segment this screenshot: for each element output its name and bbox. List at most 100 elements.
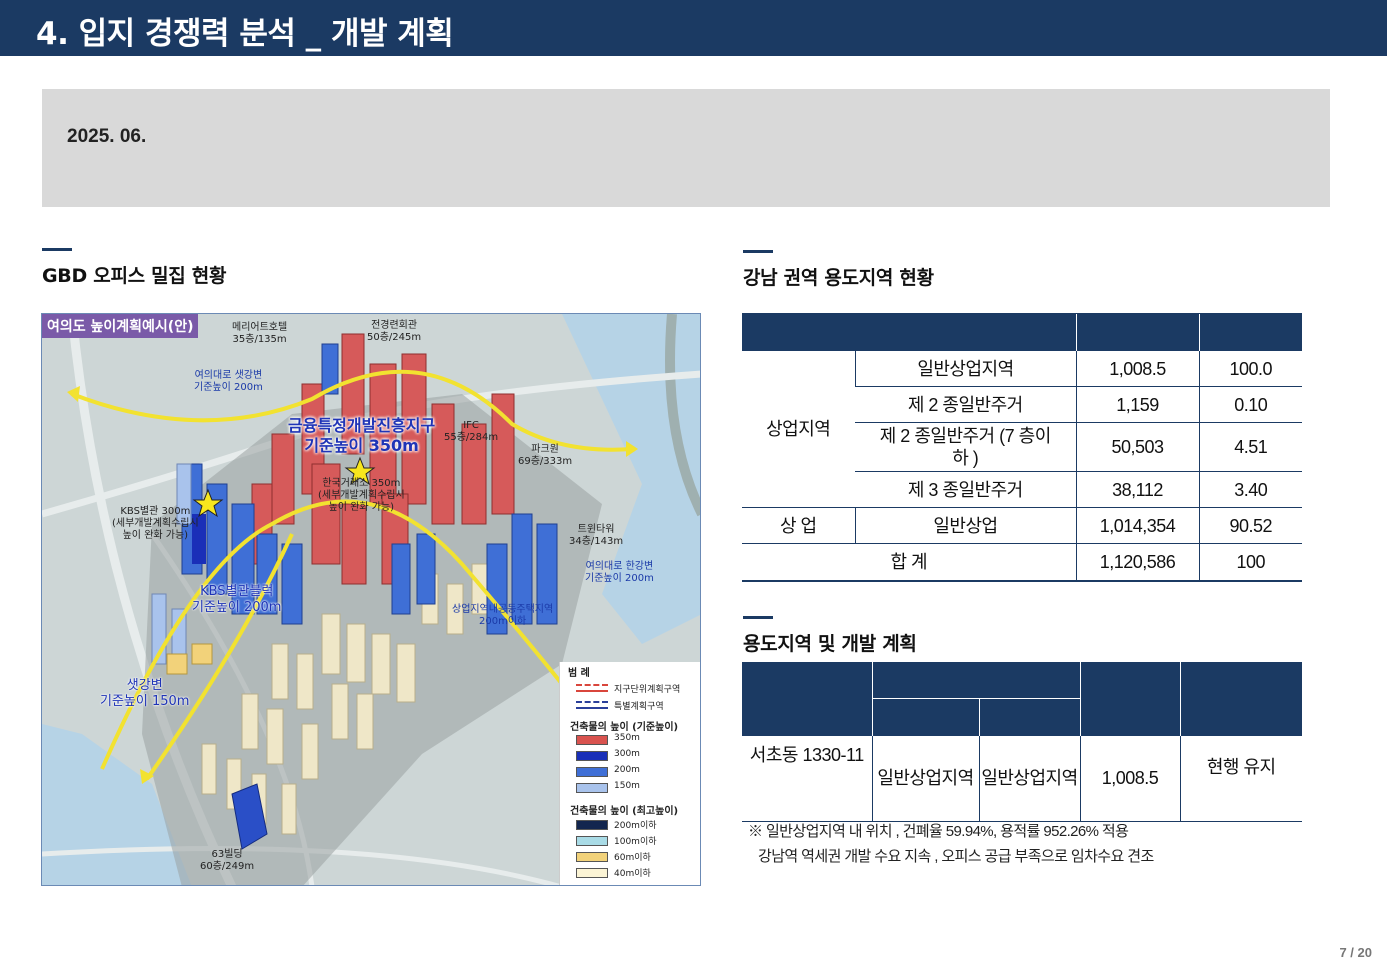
footnote-ratio: ※ 일반상업지역 내 위치 , 건폐율 59.94%, 용적률 952.26% … (748, 823, 1129, 840)
zone-plan-cell: 일반상업지역 (978, 734, 1080, 822)
area-cell: 38,112 (1075, 471, 1199, 508)
page-header: 4. 입지 경쟁력 분석 _ 개발 계획 (0, 0, 1387, 56)
header-cell-zone (742, 313, 1076, 351)
label-line: 여의대로 한강변 (585, 561, 654, 572)
area-cell: 1,159 (1075, 386, 1199, 423)
label-line: 63빌딩 (211, 849, 243, 860)
legend-std-150: 150m (576, 781, 696, 795)
label-line: (세부개발계획수립시 (112, 518, 199, 529)
legend-max-200: 200m이하 (576, 818, 696, 832)
legend-swatch (576, 684, 608, 692)
label-line: 34층/143m (569, 536, 624, 547)
label-line: 35층/135m (232, 334, 287, 345)
header-cell-zone-plan (978, 698, 1080, 735)
area-cell: 1,008.5 (1079, 734, 1180, 822)
label-krx: 한국거래소 350m (세부개발계획수립시 높이 완화 가능) (318, 478, 405, 514)
label-line: KBS별관 300m (120, 506, 191, 517)
table-row: 서초동 1330-11 일반상업지역 일반상업지역 1,008.5 현행 유지 (742, 734, 1302, 822)
legend-label: 지구단위계획구역 (614, 685, 681, 695)
zone-type-cell: 제 3 종일반주거 (855, 471, 1076, 508)
header-cell-area (1075, 313, 1199, 351)
legend-swatch (576, 735, 608, 745)
label-kbs-block: KBS별관블럭 기준높이 200m (192, 584, 281, 616)
commercial-label-cell: 상 업 (742, 507, 855, 544)
label-residential: 상업지역내공동주택지역 200m이하 (452, 604, 553, 628)
label-ifc: IFC 55층/284m (444, 420, 498, 444)
label-line: 상업지역내공동주택지역 (452, 604, 554, 615)
zone-type-cell: 일반상업지역 (854, 350, 1076, 387)
label-chunkyung: 전경련회관 50층/245m (367, 320, 421, 344)
yeouido-height-plan-map: 여의도 높이계획예시(안) 메리어트호텔 35층/135m 전경련회관 50층/… (41, 313, 701, 886)
label-line: 기준높이 200m (585, 573, 654, 584)
section-accent-bar (743, 616, 773, 619)
plan-cell: 현행 유지 (1179, 734, 1302, 822)
section-accent-bar (42, 248, 72, 251)
legend-label: 100m이하 (614, 837, 657, 847)
gbd-section-title: GBD 오피스 밀집 현황 (42, 265, 227, 287)
ratio-cell: 90.52 (1198, 507, 1302, 544)
legend-swatch (576, 701, 608, 709)
zone-current-cell: 일반상업지역 (871, 734, 979, 822)
header-cell-ratio (1198, 313, 1302, 351)
map-legend: 범 례 지구단위계획구역 특별계획구역 건축물의 높이 (기준높이) 350m … (559, 662, 700, 885)
total-label-cell: 합 계 (742, 543, 1076, 582)
header-cell-area (1079, 662, 1180, 735)
zone-type-cell: 일반상업 (854, 507, 1076, 544)
label-line: IFC (463, 420, 479, 431)
legend-swatch (576, 852, 608, 862)
legend-line-district: 지구단위계획구역 (576, 682, 696, 696)
legend-swatch (576, 751, 608, 761)
label-line: (세부개발계획수립시 (318, 490, 405, 501)
label-line: 69층/333m (518, 456, 573, 467)
ratio-cell: 4.51 (1198, 422, 1302, 472)
label-line: 높이 완화 가능) (122, 530, 189, 541)
zoning-status-table: 상업지역 일반상업지역 1,008.5 100.0 제 2 종일반주거 1,15… (742, 313, 1302, 582)
label-yeouidaero-west: 여의대로 샛강변 기준높이 200m (194, 370, 263, 394)
total-area-cell: 1,120,586 (1075, 543, 1199, 582)
location-cell: 서초동 1330-11 (742, 734, 872, 822)
label-line: 기준높이 200m (194, 382, 263, 393)
ratio-cell: 0.10 (1198, 386, 1302, 423)
table-header-row (742, 313, 1302, 351)
total-ratio-cell: 100 (1198, 543, 1302, 582)
section-accent-bar (743, 250, 773, 253)
table-row: 상업지역 일반상업지역 1,008.5 100.0 (742, 350, 1302, 508)
label-line: 전경련회관 (371, 320, 418, 331)
date-banner: 2025. 06. (42, 89, 1330, 207)
area-cell: 1,014,354 (1075, 507, 1199, 544)
legend-label: 300m (614, 749, 640, 759)
header-cell-zone-current (871, 698, 979, 735)
zoning-section-title: 강남 권역 용도지역 현황 (743, 267, 934, 289)
header-cell-location (742, 662, 872, 735)
label-line: 50층/245m (367, 332, 422, 343)
label-line: 기준높이 200m (192, 600, 282, 615)
legend-max-height-title: 건축물의 높이 (최고높이) (570, 806, 679, 817)
label-twin-tower: 트윈타워 34층/143m (569, 524, 623, 548)
legend-label: 특별계획구역 (614, 702, 664, 712)
map-title-tag: 여의도 높이계획예시(안) (42, 314, 199, 338)
legend-std-height-title: 건축물의 높이 (기준높이) (570, 722, 679, 733)
label-yeouidaero-han: 여의대로 한강변 기준높이 200m (585, 561, 654, 585)
page-title: 4. 입지 경쟁력 분석 _ 개발 계획 (36, 16, 454, 52)
ratio-cell: 100.0 (1198, 350, 1302, 387)
ratio-cell: 3.40 (1198, 471, 1302, 508)
table-row-total: 합 계 1,120,586 100 (742, 543, 1302, 582)
legend-std-200: 200m (576, 765, 696, 779)
label-line: 200m이하 (478, 616, 527, 627)
legend-max-60: 60m이하 (576, 850, 696, 864)
legend-swatch (576, 868, 608, 878)
label-line: 메리어트호텔 (232, 322, 288, 333)
legend-std-300: 300m (576, 749, 696, 763)
label-line: 트윈타워 (577, 524, 615, 535)
legend-swatch (576, 767, 608, 777)
zone-type-cell: 제 2 종일반주거 (7 층이하 ) (855, 422, 1076, 472)
legend-label: 60m이하 (614, 853, 651, 863)
zone-type-cell: 제 2 종일반주거 (855, 386, 1076, 423)
plan-section-title: 용도지역 및 개발 계획 (743, 633, 917, 655)
legend-label: 200m (614, 765, 640, 775)
table-row-commercial: 상 업 일반상업 1,014,354 90.52 (742, 507, 1302, 544)
label-line: 한국거래소 350m (322, 478, 401, 489)
header-cell-plan (1179, 662, 1302, 735)
label-line: 기준높이 150m (100, 694, 190, 709)
legend-label: 150m (614, 781, 640, 791)
